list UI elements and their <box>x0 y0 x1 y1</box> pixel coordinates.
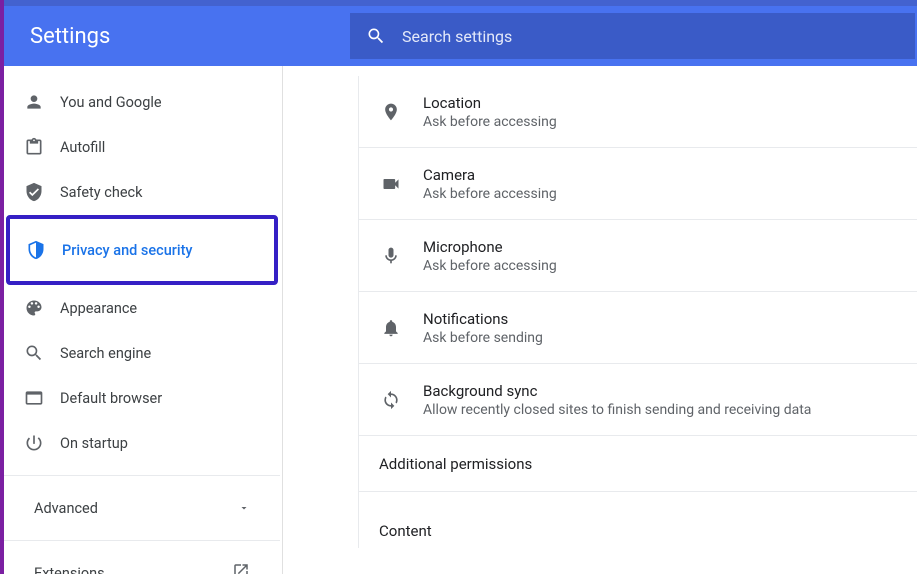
setting-title: Notifications <box>423 310 917 328</box>
setting-microphone[interactable]: Microphone Ask before accessing <box>359 220 917 292</box>
microphone-icon <box>359 246 423 266</box>
setting-title: Microphone <box>423 238 917 256</box>
search-input[interactable] <box>402 27 915 46</box>
sidebar-item-label: Autofill <box>60 139 105 156</box>
sidebar-item-label: Privacy and security <box>62 242 193 259</box>
additional-permissions-label: Additional permissions <box>379 455 532 473</box>
power-icon <box>8 433 60 453</box>
camera-icon <box>359 174 423 194</box>
bell-icon <box>359 318 423 338</box>
setting-title: Background sync <box>423 382 917 400</box>
person-icon <box>8 92 60 112</box>
setting-background-sync[interactable]: Background sync Allow recently closed si… <box>359 364 917 436</box>
sidebar-item-label: You and Google <box>60 94 162 111</box>
open-in-new-icon <box>232 562 250 574</box>
sidebar: You and Google Autofill Safety check Pri… <box>4 66 280 574</box>
search-icon <box>350 26 402 46</box>
sidebar-item-label: Search engine <box>60 345 151 362</box>
sidebar-item-label: On startup <box>60 435 128 452</box>
sync-icon <box>359 390 423 410</box>
setting-subtitle: Ask before sending <box>423 330 917 346</box>
setting-title: Location <box>423 94 917 112</box>
sidebar-item-label: Default browser <box>60 390 162 407</box>
extensions-label: Extensions <box>34 565 105 574</box>
setting-subtitle: Allow recently closed sites to finish se… <box>423 402 917 418</box>
sidebar-item-privacy-and-security[interactable]: Privacy and security <box>6 215 278 285</box>
search-container[interactable] <box>350 13 915 59</box>
sidebar-item-label: Appearance <box>60 300 137 317</box>
setting-subtitle: Ask before accessing <box>423 114 917 130</box>
window-edge <box>0 0 4 574</box>
sidebar-item-on-startup[interactable]: On startup <box>8 421 276 465</box>
chevron-down-icon <box>238 499 250 518</box>
setting-camera[interactable]: Camera Ask before accessing <box>359 148 917 220</box>
divider <box>4 540 280 541</box>
sidebar-item-you-and-google[interactable]: You and Google <box>8 80 276 124</box>
advanced-label: Advanced <box>34 500 98 517</box>
content-section-heading: Content <box>359 492 917 548</box>
vertical-divider <box>282 66 283 574</box>
location-icon <box>359 102 423 122</box>
setting-subtitle: Ask before accessing <box>423 258 917 274</box>
setting-title: Camera <box>423 166 917 184</box>
search-icon <box>8 343 60 363</box>
clipboard-icon <box>8 137 60 157</box>
sidebar-advanced-toggle[interactable]: Advanced <box>4 486 280 530</box>
setting-location[interactable]: Location Ask before accessing <box>359 76 917 148</box>
palette-icon <box>8 298 60 318</box>
setting-notifications[interactable]: Notifications Ask before sending <box>359 292 917 364</box>
sidebar-item-appearance[interactable]: Appearance <box>8 286 276 330</box>
setting-subtitle: Ask before accessing <box>423 186 917 202</box>
sidebar-item-safety-check[interactable]: Safety check <box>8 170 276 214</box>
browser-icon <box>8 388 60 408</box>
additional-permissions-link[interactable]: Additional permissions <box>359 436 917 492</box>
sidebar-item-autofill[interactable]: Autofill <box>8 125 276 169</box>
sidebar-item-search-engine[interactable]: Search engine <box>8 331 276 375</box>
shield-check-icon <box>8 182 60 202</box>
content-area: Location Ask before accessing Camera Ask… <box>358 66 917 574</box>
sidebar-item-label: Safety check <box>60 184 142 201</box>
app-header: Settings <box>4 6 917 66</box>
sidebar-item-default-browser[interactable]: Default browser <box>8 376 276 420</box>
shield-icon <box>10 240 62 260</box>
sidebar-extensions-link[interactable]: Extensions <box>4 551 280 574</box>
page-title: Settings <box>30 24 350 49</box>
divider <box>4 475 280 476</box>
